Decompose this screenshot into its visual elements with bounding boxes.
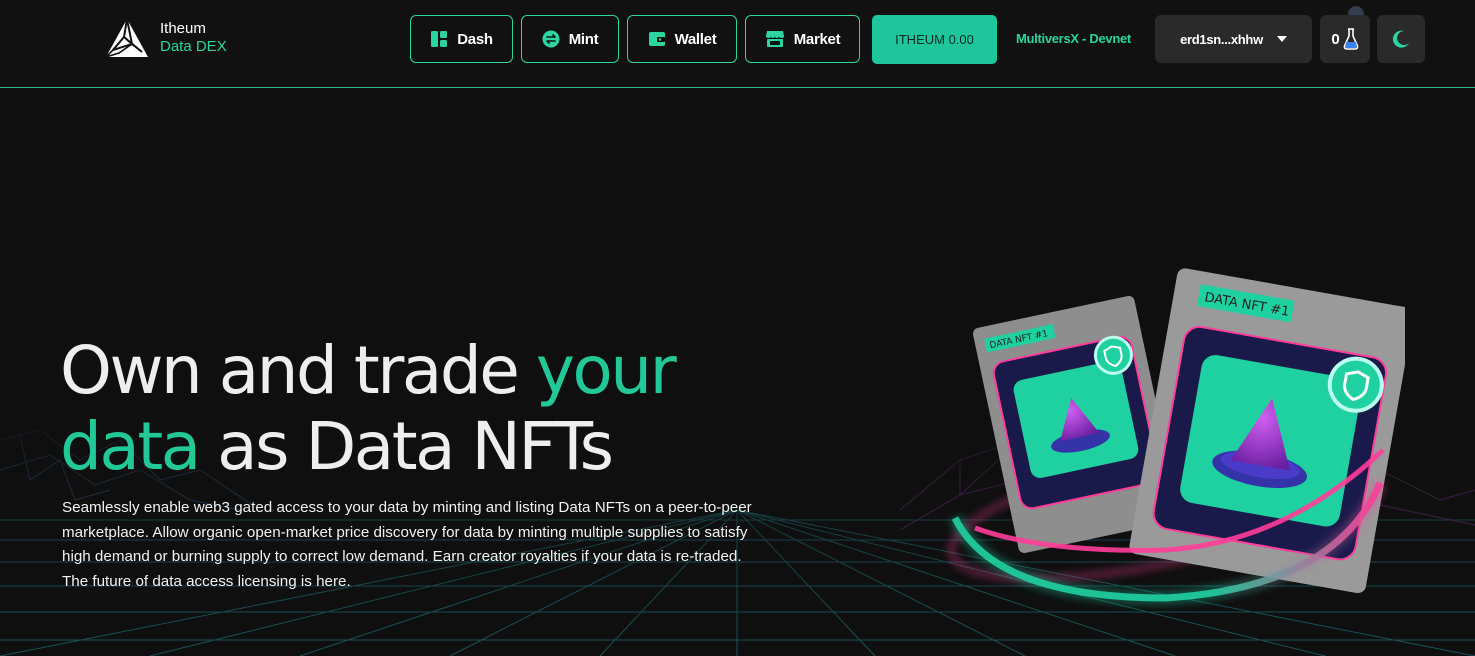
dashboard-icon [431,31,448,47]
data-nft-cards-illustration: DATA NFT #1 DATA NFT #1 [947,268,1405,606]
nav-market-label: Market [793,30,841,48]
moon-icon [1392,30,1409,48]
nav-mint-button[interactable]: Mint [521,15,619,63]
network-label: MultiversX - Devnet [1016,31,1131,46]
wallet-address: erd1sn...xhhw [1180,31,1263,47]
itheum-balance-button[interactable]: ITHEUM 0.00 [872,15,997,64]
claims-count: 0 [1331,30,1340,48]
hero-headline: Own and trade your data as Data NFTs [60,333,820,485]
nav-dash-button[interactable]: Dash [410,15,513,63]
exchange-icon [542,30,560,48]
nav-market-button[interactable]: Market [745,15,860,63]
headline-part1: Own and trade [60,332,536,409]
theme-toggle-button[interactable] [1377,15,1425,63]
logo-title: Itheum [160,20,206,37]
nav-mint-label: Mint [568,30,599,48]
logo-link[interactable]: Itheum Data DEX [104,17,227,59]
account-menu-button[interactable]: erd1sn...xhhw [1155,15,1312,63]
headline-accent-data: data [60,408,201,485]
itheum-logo-icon [105,18,148,58]
claims-button[interactable]: 0 [1320,15,1370,63]
logo-subtitle: Data DEX [160,38,227,55]
top-navbar: Itheum Data DEX Dash Mint Wallet Market … [0,0,1475,88]
nav-wallet-button[interactable]: Wallet [627,15,737,63]
headline-part2: as Data NFTs [198,408,614,485]
store-icon [765,31,784,47]
nav-dash-label: Dash [457,30,493,48]
flask-icon [1343,28,1359,50]
nft-card-front: DATA NFT #1 [1129,268,1405,594]
nav-wallet-label: Wallet [674,30,717,48]
headline-accent-your: your [535,332,677,409]
wallet-icon [648,32,665,46]
chevron-down-icon [1276,36,1287,42]
hero-description: Seamlessly enable web3 gated access to y… [62,499,752,590]
